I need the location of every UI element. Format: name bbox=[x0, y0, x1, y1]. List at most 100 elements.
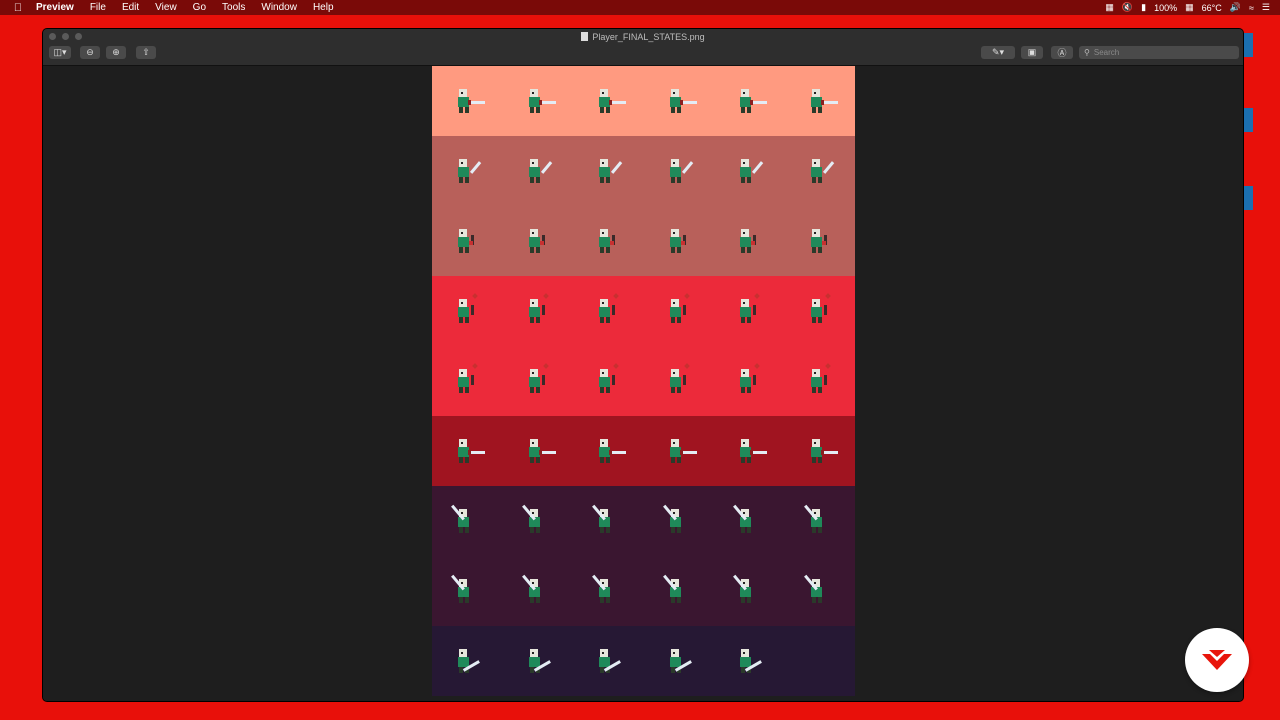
list-icon[interactable]: ☰ bbox=[1262, 2, 1270, 13]
sprite-frame bbox=[800, 291, 840, 331]
sprite-frame bbox=[800, 361, 840, 401]
search-field[interactable]: ⚲ bbox=[1079, 46, 1239, 59]
zoom-in-icon: ⊕ bbox=[112, 47, 120, 57]
zoom-out-icon: ⊖ bbox=[86, 47, 94, 57]
sprite-frame bbox=[729, 81, 769, 121]
sprite-frame bbox=[518, 151, 558, 191]
sprite-frame bbox=[447, 291, 487, 331]
share-button[interactable]: ⇧ bbox=[136, 46, 156, 59]
rotate-icon: ▣ bbox=[1027, 47, 1037, 57]
sprite-frame bbox=[659, 81, 699, 121]
temperature-readout: 66°C bbox=[1201, 2, 1222, 13]
battery-icon[interactable]: ▮ bbox=[1141, 2, 1146, 13]
sidebar-icon: ◫▾ bbox=[53, 47, 67, 57]
sprite-frame bbox=[800, 571, 840, 611]
sprite-frame bbox=[447, 501, 487, 541]
background-window-edge bbox=[1243, 186, 1253, 210]
document-icon bbox=[581, 32, 589, 41]
rotate-button[interactable]: ▣ bbox=[1021, 46, 1043, 59]
sprite-frame bbox=[588, 571, 628, 611]
menu-help[interactable]: Help bbox=[305, 2, 342, 13]
image-viewport[interactable] bbox=[43, 66, 1243, 701]
sprite-frame bbox=[729, 221, 769, 261]
window-title-text: Player_FINAL_STATES.png bbox=[592, 32, 705, 42]
menu-bar:  Preview File Edit View Go Tools Window… bbox=[0, 0, 1280, 15]
menu-edit[interactable]: Edit bbox=[114, 2, 147, 13]
volume-icon[interactable]: 🔊 bbox=[1230, 2, 1241, 13]
sprite-frame bbox=[447, 81, 487, 121]
sprite-frame bbox=[729, 571, 769, 611]
sprite-frame bbox=[447, 151, 487, 191]
search-input[interactable] bbox=[1093, 48, 1224, 57]
zoom-in-button[interactable]: ⊕ bbox=[106, 46, 126, 59]
background-window-edge bbox=[1243, 108, 1253, 132]
sprite-frame bbox=[588, 641, 628, 681]
sprite-frame bbox=[588, 501, 628, 541]
sprite-frame bbox=[588, 81, 628, 121]
thermometer-icon[interactable]: ▦ bbox=[1185, 2, 1194, 13]
sprite-row bbox=[432, 346, 855, 416]
sprite-frame bbox=[729, 501, 769, 541]
annotate-icon: Ⓐ bbox=[1057, 48, 1067, 58]
sprite-frame bbox=[659, 431, 699, 471]
title-bar: Player_FINAL_STATES.png ◫▾ ⊖ ⊕ ⇧ ✎▾ ▣ Ⓐ … bbox=[43, 29, 1243, 66]
sprite-frame bbox=[518, 291, 558, 331]
sprite-frame bbox=[447, 641, 487, 681]
sprite-frame bbox=[518, 221, 558, 261]
sprite-frame bbox=[588, 431, 628, 471]
sprite-row bbox=[432, 626, 855, 696]
zoom-out-button[interactable]: ⊖ bbox=[80, 46, 100, 59]
sprite-frame bbox=[729, 641, 769, 681]
sprite-frame bbox=[588, 221, 628, 261]
window-title: Player_FINAL_STATES.png bbox=[43, 32, 1243, 42]
menu-go[interactable]: Go bbox=[185, 2, 214, 13]
sprite-frame bbox=[800, 81, 840, 121]
sprite-frame bbox=[729, 291, 769, 331]
sprite-frame bbox=[518, 571, 558, 611]
brand-logo bbox=[1185, 628, 1249, 692]
sprite-frame bbox=[518, 641, 558, 681]
sidebar-toggle-button[interactable]: ◫▾ bbox=[49, 46, 71, 59]
brand-logo-icon bbox=[1202, 650, 1232, 670]
sprite-row bbox=[432, 416, 855, 486]
sprite-row bbox=[432, 206, 855, 276]
menu-tools[interactable]: Tools bbox=[214, 2, 253, 13]
status-area: ▦ 🔇 ▮ 100% ▦ 66°C 🔊 ≈ ☰ bbox=[1105, 2, 1280, 13]
battery-percent: 100% bbox=[1154, 2, 1178, 13]
sprite-frame bbox=[588, 291, 628, 331]
background-window-edge bbox=[1243, 33, 1253, 57]
sprite-frame bbox=[588, 361, 628, 401]
annotate-button[interactable]: Ⓐ bbox=[1051, 46, 1073, 59]
sprite-sheet bbox=[432, 66, 855, 701]
wifi-icon[interactable]: ≈ bbox=[1249, 3, 1254, 13]
sprite-frame bbox=[659, 361, 699, 401]
sprite-frame bbox=[447, 361, 487, 401]
sprite-row bbox=[432, 556, 855, 626]
app-menu[interactable]: Preview bbox=[36, 2, 82, 13]
sprite-frame bbox=[447, 221, 487, 261]
sprite-frame bbox=[518, 431, 558, 471]
sprite-frame bbox=[729, 151, 769, 191]
menu-file[interactable]: File bbox=[82, 2, 114, 13]
sprite-row bbox=[432, 136, 855, 206]
speaker-muted-icon[interactable]: 🔇 bbox=[1122, 2, 1133, 13]
sprite-frame bbox=[518, 361, 558, 401]
sprite-frame bbox=[800, 501, 840, 541]
menu-view[interactable]: View bbox=[147, 2, 185, 13]
grid-icon[interactable]: ▦ bbox=[1105, 2, 1114, 13]
sprite-row bbox=[432, 66, 855, 136]
sprite-frame bbox=[729, 361, 769, 401]
sprite-frame bbox=[800, 431, 840, 471]
menu-window[interactable]: Window bbox=[253, 2, 305, 13]
share-icon: ⇧ bbox=[142, 47, 150, 57]
sprite-frame bbox=[659, 501, 699, 541]
sprite-frame bbox=[659, 221, 699, 261]
sprite-row bbox=[432, 276, 855, 346]
markup-button[interactable]: ✎▾ bbox=[981, 46, 1015, 59]
sprite-frame bbox=[729, 431, 769, 471]
sprite-frame bbox=[659, 151, 699, 191]
sprite-frame bbox=[800, 221, 840, 261]
apple-menu-icon[interactable]:  bbox=[0, 2, 36, 14]
sprite-row bbox=[432, 486, 855, 556]
sprite-frame bbox=[447, 431, 487, 471]
